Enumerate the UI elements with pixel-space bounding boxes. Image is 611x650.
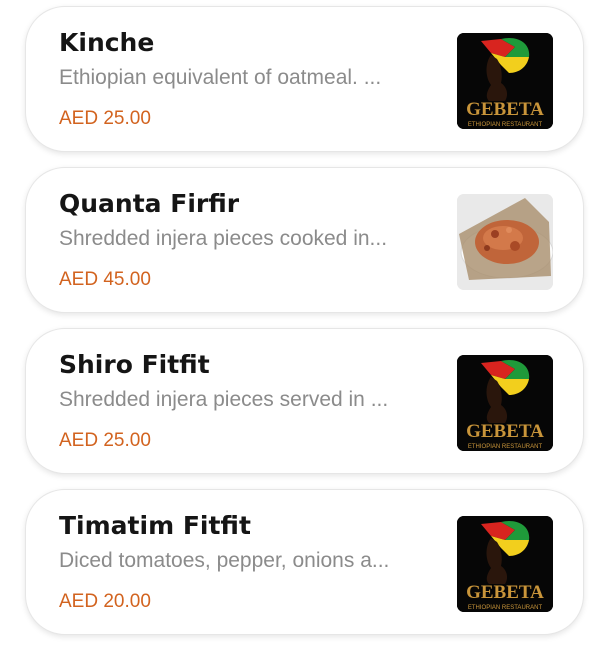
logo-subtext: ETHIOPIAN RESTAURANT — [468, 444, 543, 450]
item-image-gebeta-logo[interactable]: GEBETA ETHIOPIAN RESTAURANT — [457, 355, 553, 451]
gebeta-logo-icon: GEBETA ETHIOPIAN RESTAURANT — [457, 355, 553, 451]
item-image-food-photo[interactable] — [457, 194, 553, 290]
logo-subtext: ETHIOPIAN RESTAURANT — [468, 605, 543, 611]
menu-item-list: Kinche Ethiopian equivalent of oatmeal. … — [0, 0, 611, 650]
item-image-gebeta-logo[interactable]: GEBETA ETHIOPIAN RESTAURANT — [457, 33, 553, 129]
food-photo-icon — [457, 194, 553, 290]
item-image-gebeta-logo[interactable]: GEBETA ETHIOPIAN RESTAURANT — [457, 516, 553, 612]
item-name: Timatim Fitfit — [59, 511, 251, 540]
item-description: Diced tomatoes, pepper, onions a... — [59, 549, 390, 572]
menu-item-card[interactable]: Quanta Firfir Shredded injera pieces coo… — [25, 167, 584, 313]
item-name: Shiro Fitfit — [59, 350, 210, 379]
item-price: AED 25.00 — [59, 108, 151, 129]
menu-item-card[interactable]: Timatim Fitfit Diced tomatoes, pepper, o… — [25, 489, 584, 635]
item-description: Shredded injera pieces served in ... — [59, 388, 389, 411]
item-price: AED 25.00 — [59, 430, 151, 451]
gebeta-logo-icon: GEBETA ETHIOPIAN RESTAURANT — [457, 516, 553, 612]
item-name: Quanta Firfir — [59, 189, 240, 218]
logo-subtext: ETHIOPIAN RESTAURANT — [468, 122, 543, 128]
item-price: AED 45.00 — [59, 269, 151, 290]
gebeta-logo-icon: GEBETA ETHIOPIAN RESTAURANT — [457, 33, 553, 129]
logo-text: GEBETA — [466, 99, 544, 120]
item-price: AED 20.00 — [59, 591, 151, 612]
menu-item-card[interactable]: Kinche Ethiopian equivalent of oatmeal. … — [25, 6, 584, 152]
menu-item-card[interactable]: Shiro Fitfit Shredded injera pieces serv… — [25, 328, 584, 474]
item-description: Ethiopian equivalent of oatmeal. ... — [59, 66, 382, 89]
logo-text: GEBETA — [466, 582, 544, 603]
logo-text: GEBETA — [466, 421, 544, 442]
item-description: Shredded injera pieces cooked in... — [59, 227, 388, 250]
item-name: Kinche — [59, 28, 155, 57]
